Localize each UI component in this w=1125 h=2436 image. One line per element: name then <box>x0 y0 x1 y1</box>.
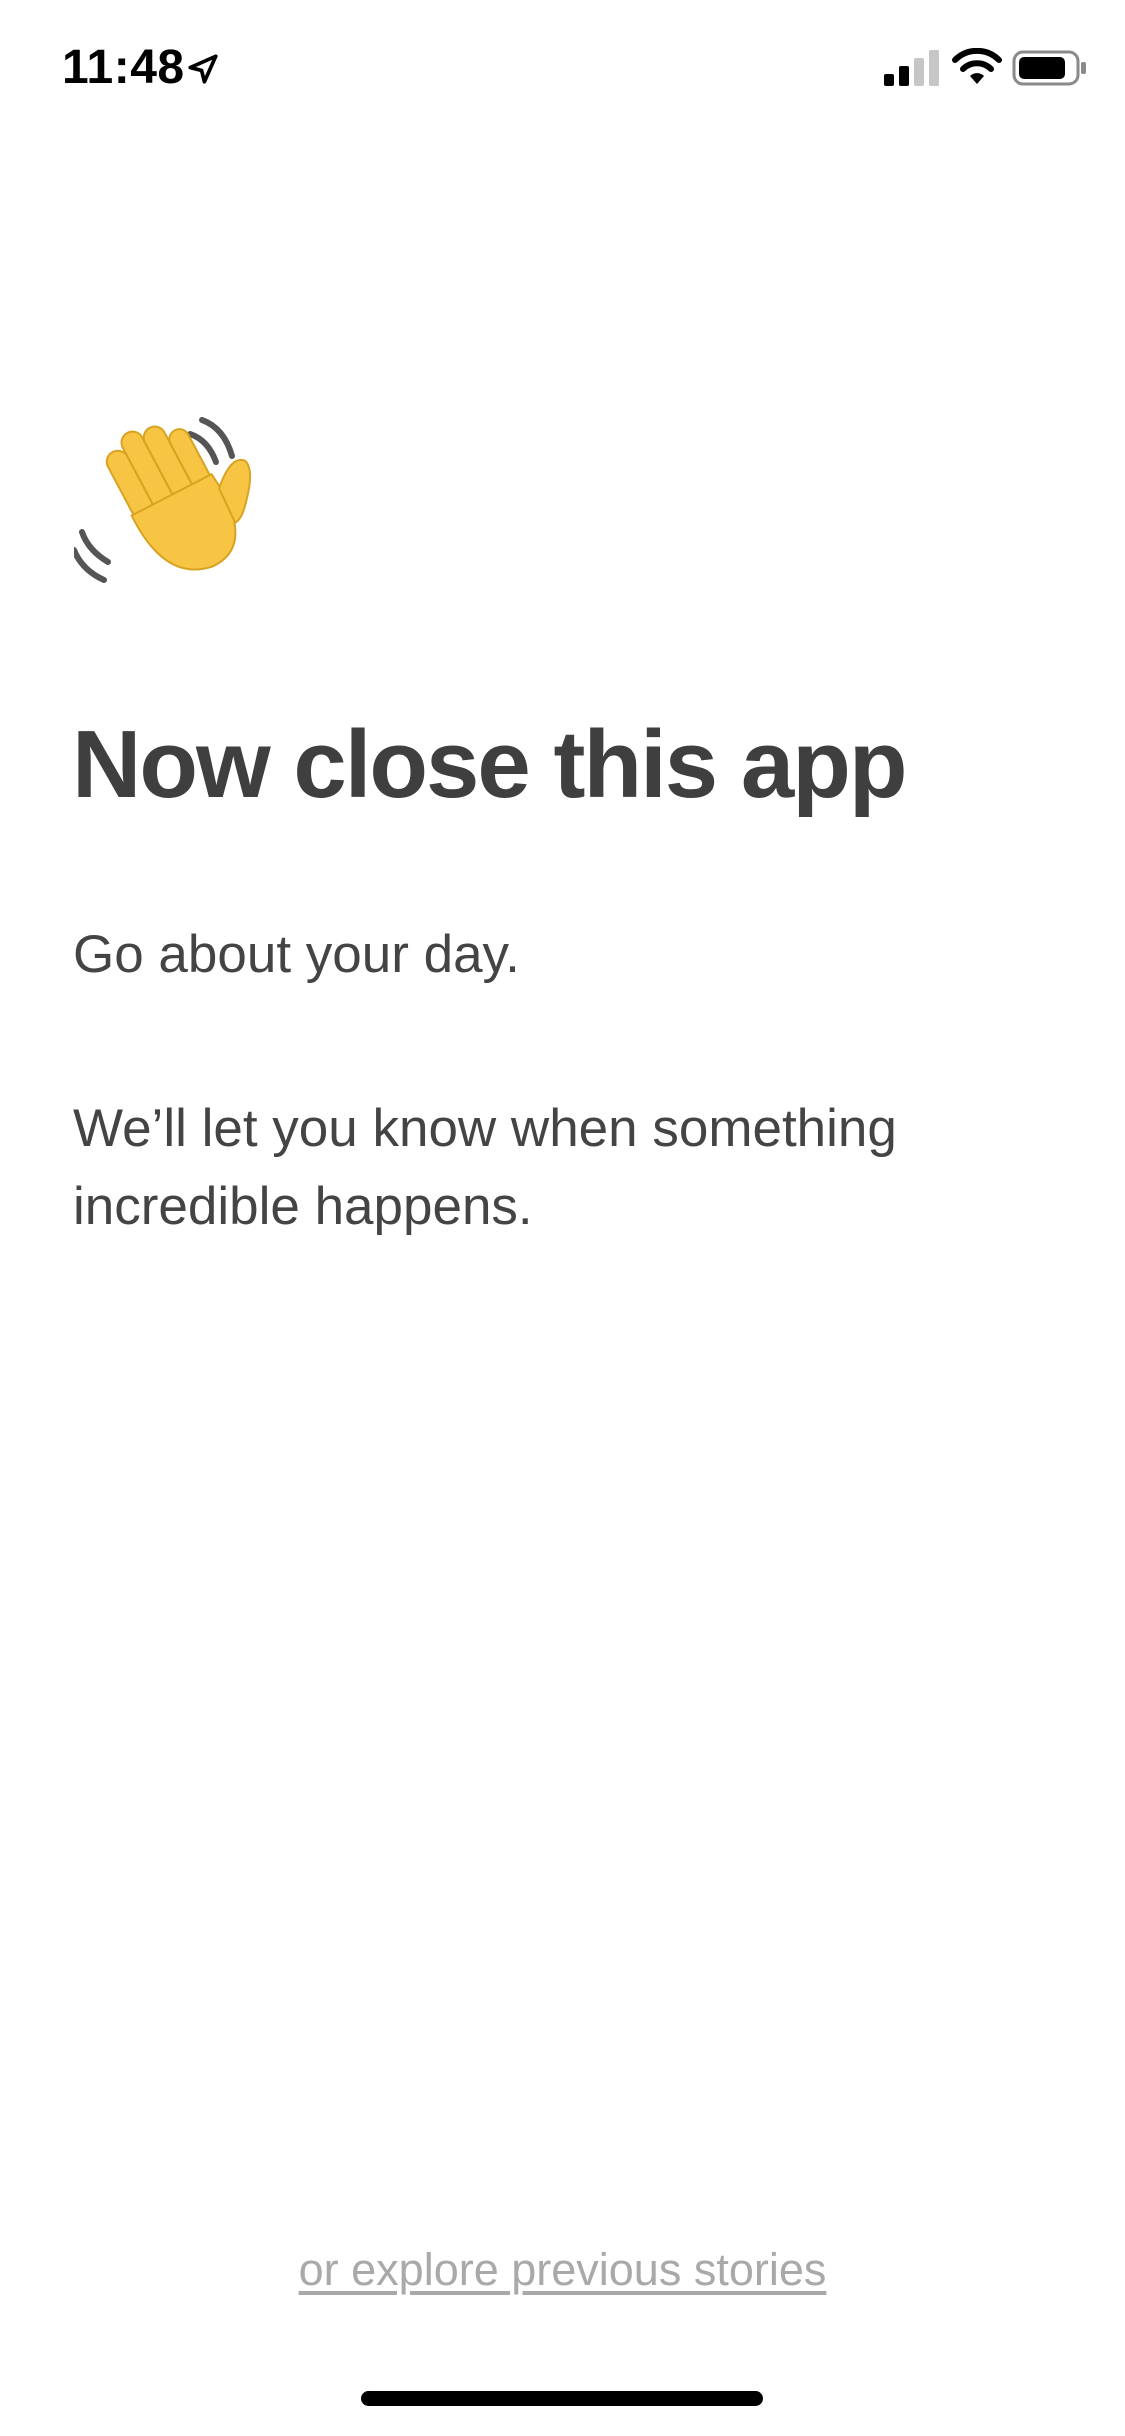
status-time: 11:48 <box>62 41 185 94</box>
wifi-icon <box>952 48 1002 84</box>
page-title: Now close this app <box>72 711 907 818</box>
home-indicator[interactable] <box>361 2391 763 2406</box>
waving-hand-icon <box>74 417 252 583</box>
signal-icon <box>884 50 939 86</box>
location-arrow-icon <box>188 54 218 84</box>
battery-icon <box>1012 50 1086 86</box>
body-paragraph-day: Go about your day. <box>73 925 520 984</box>
body-paragraph-notify: We’ll let you know when something incred… <box>73 1099 897 1236</box>
status-bar: 11:48 <box>0 0 1125 140</box>
explore-previous-stories-link[interactable]: or explore previous stories <box>0 2240 1125 2300</box>
